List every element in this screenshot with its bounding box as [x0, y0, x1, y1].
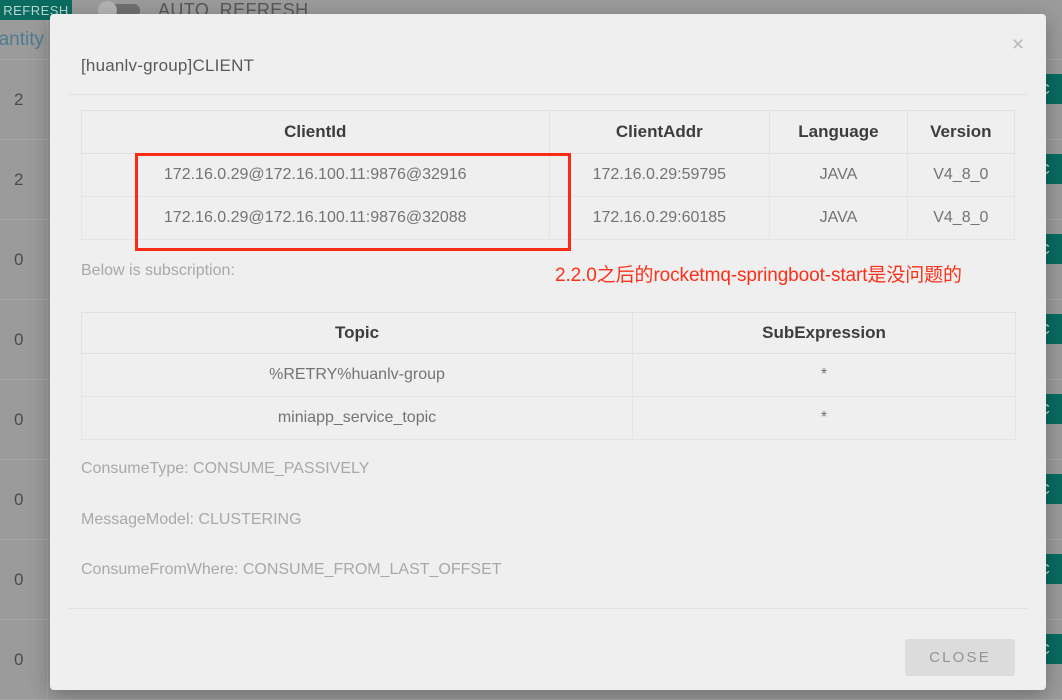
- subscription-table: Topic SubExpression %RETRY%huanlv-group …: [81, 312, 1016, 440]
- background-cell-quantity: 0: [14, 569, 24, 589]
- client-detail-dialog: × [huanlv-group]CLIENT ClientId ClientAd…: [50, 14, 1046, 690]
- background-cell-quantity: 0: [14, 489, 24, 509]
- cell-topic: miniapp_service_topic: [81, 396, 633, 440]
- column-header-subexpression: SubExpression: [632, 312, 1016, 354]
- background-cell-quantity: 0: [14, 649, 24, 669]
- background-cell-quantity: 0: [14, 409, 24, 429]
- background-cell-quantity: 0: [14, 249, 24, 269]
- client-table-header-row: ClientId ClientAddr Language Version: [81, 110, 1016, 154]
- table-row: miniapp_service_topic *: [81, 396, 1016, 440]
- column-header-language: Language: [769, 110, 908, 154]
- cell-topic: %RETRY%huanlv-group: [81, 353, 633, 397]
- background-cell-quantity: 2: [14, 89, 24, 109]
- subscription-label: Below is subscription:: [81, 262, 235, 279]
- title-divider: [68, 94, 1028, 95]
- consume-from-where-text: ConsumeFromWhere: CONSUME_FROM_LAST_OFFS…: [81, 561, 502, 578]
- footer-divider: [68, 608, 1028, 609]
- cell-clientaddr: 172.16.0.29:60185: [548, 196, 771, 240]
- column-header-quantity: uantity: [0, 28, 44, 50]
- cell-subexpression: *: [632, 353, 1016, 397]
- cell-language: JAVA: [769, 153, 908, 197]
- background-cell-quantity: 0: [14, 329, 24, 349]
- column-header-topic: Topic: [81, 312, 633, 354]
- subscription-table-header-row: Topic SubExpression: [81, 312, 1016, 354]
- annotation-text: 2.2.0之后的rocketmq-springboot-start是没问题的: [555, 265, 962, 286]
- cell-clientid: 172.16.0.29@172.16.100.11:9876@32916: [81, 153, 550, 197]
- cell-clientid: 172.16.0.29@172.16.100.11:9876@32088: [81, 196, 550, 240]
- client-table: ClientId ClientAddr Language Version 172…: [81, 110, 1016, 240]
- table-row: %RETRY%huanlv-group *: [81, 353, 1016, 397]
- table-row: 172.16.0.29@172.16.100.11:9876@32916 172…: [81, 153, 1016, 197]
- cell-subexpression: *: [632, 396, 1016, 440]
- cell-clientaddr: 172.16.0.29:59795: [548, 153, 771, 197]
- consume-type-text: ConsumeType: CONSUME_PASSIVELY: [81, 460, 370, 477]
- table-row: 172.16.0.29@172.16.100.11:9876@32088 172…: [81, 196, 1016, 240]
- column-header-clientaddr: ClientAddr: [548, 110, 771, 154]
- cell-language: JAVA: [769, 196, 908, 240]
- message-model-text: MessageModel: CLUSTERING: [81, 511, 302, 528]
- cell-version: V4_8_0: [906, 153, 1016, 197]
- column-header-clientid: ClientId: [81, 110, 550, 154]
- column-header-version: Version: [906, 110, 1016, 154]
- close-icon[interactable]: ×: [1004, 30, 1032, 58]
- dialog-title: [huanlv-group]CLIENT: [81, 56, 255, 75]
- background-cell-quantity: 2: [14, 169, 24, 189]
- close-button[interactable]: CLOSE: [905, 639, 1015, 676]
- cell-version: V4_8_0: [906, 196, 1016, 240]
